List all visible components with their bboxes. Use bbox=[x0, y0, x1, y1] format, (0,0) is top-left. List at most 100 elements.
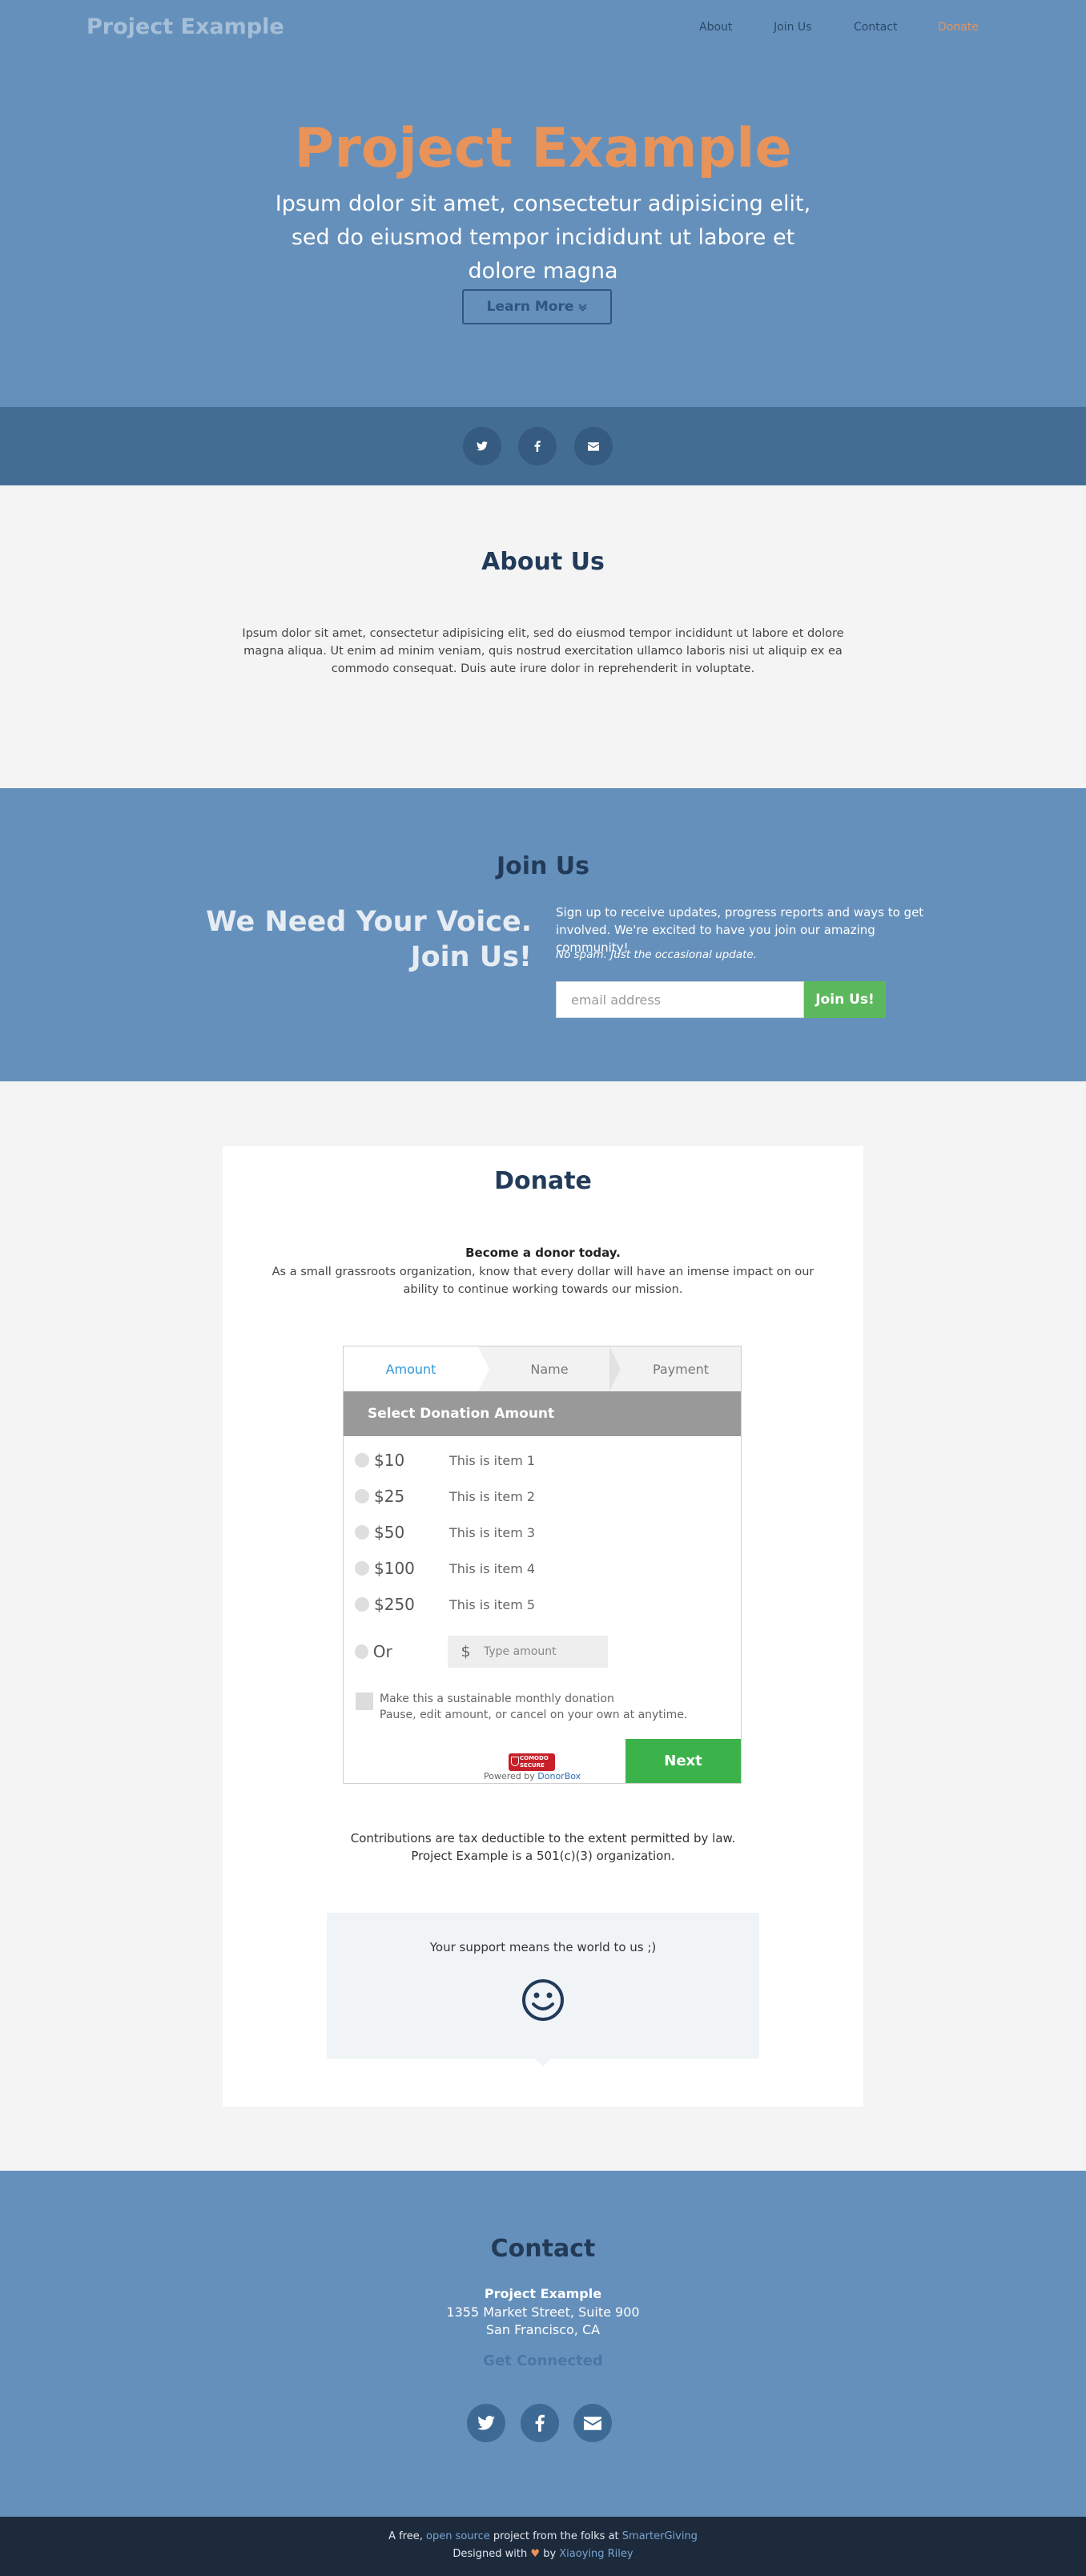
amount-value: $25 bbox=[374, 1487, 405, 1506]
custom-amount-input[interactable] bbox=[484, 1645, 604, 1658]
monthly-option[interactable]: Make this a sustainable monthly donation… bbox=[356, 1691, 687, 1723]
learn-more-button[interactable]: Learn More bbox=[462, 289, 612, 324]
contact-title: Contact bbox=[490, 2235, 596, 2263]
amount-option-custom[interactable]: Or bbox=[355, 1640, 443, 1664]
amount-value: $250 bbox=[374, 1595, 415, 1614]
monthly-checkbox[interactable] bbox=[356, 1693, 373, 1710]
nav-link-join-us[interactable]: Join Us bbox=[774, 21, 811, 34]
radio-button[interactable] bbox=[355, 1525, 369, 1540]
amount-label: This is item 2 bbox=[449, 1488, 536, 1504]
powered-prefix: Powered by bbox=[484, 1771, 535, 1781]
radio-button[interactable] bbox=[355, 1597, 369, 1612]
amount-option[interactable]: $25 This is item 2 bbox=[355, 1484, 731, 1508]
about-text: Ipsum dolor sit amet, consectetur adipis… bbox=[242, 627, 844, 675]
heart-icon: ♥ bbox=[530, 2548, 541, 2560]
radio-button[interactable] bbox=[355, 1453, 369, 1467]
contact-address-2: San Francisco, CA bbox=[485, 2322, 601, 2337]
amount-option[interactable]: $10 This is item 1 bbox=[355, 1448, 731, 1472]
join-note: No spam. Just the occasional update. bbox=[556, 948, 758, 961]
social-bar bbox=[0, 407, 1086, 485]
tax-line-1: Contributions are tax deductible to the … bbox=[350, 1831, 736, 1845]
hero-title: Project Example bbox=[294, 117, 792, 180]
envelope-icon[interactable] bbox=[574, 427, 613, 465]
donorbox-link[interactable]: DonorBox bbox=[537, 1771, 581, 1781]
get-connected-heading: Get Connected bbox=[483, 2353, 603, 2369]
custom-amount-field: $ bbox=[448, 1636, 608, 1668]
monthly-label: Make this a sustainable monthly donation bbox=[380, 1693, 614, 1705]
donation-widget: Amount Name Payment Select Donation Amou… bbox=[343, 1346, 742, 1784]
donate-lead: Become a donor today. bbox=[465, 1246, 621, 1260]
monthly-text: Make this a sustainable monthly donation… bbox=[380, 1691, 687, 1723]
shield-icon bbox=[511, 1757, 519, 1766]
amount-label: This is item 3 bbox=[449, 1524, 536, 1540]
amount-option[interactable]: $50 This is item 3 bbox=[355, 1520, 731, 1544]
amount-value: $10 bbox=[374, 1451, 405, 1470]
step-divider bbox=[478, 1346, 489, 1391]
amount-value: $50 bbox=[374, 1523, 405, 1542]
donation-steps: Amount Name Payment bbox=[344, 1346, 741, 1391]
hero-section: Project Example About Join Us Contact Do… bbox=[0, 0, 1086, 407]
powered-by: Powered by DonorBox bbox=[484, 1771, 581, 1781]
step-amount[interactable]: Amount bbox=[344, 1346, 478, 1391]
smartergiving-link[interactable]: SmarterGiving bbox=[622, 2530, 698, 2542]
speech-tail bbox=[535, 2059, 551, 2067]
amount-label: This is item 4 bbox=[449, 1560, 536, 1576]
footer-text: project from the folks at bbox=[493, 2530, 619, 2542]
next-button[interactable]: Next bbox=[625, 1739, 741, 1783]
radio-button[interactable] bbox=[355, 1644, 368, 1659]
nav-link-about[interactable]: About bbox=[699, 21, 732, 34]
contact-address-1: 1355 Market Street, Suite 900 bbox=[446, 2304, 640, 2320]
amount-option[interactable]: $100 This is item 4 bbox=[355, 1556, 731, 1580]
secure-badge-line-1: COMODO bbox=[520, 1755, 549, 1761]
donate-section: Donate Become a donor today. As a small … bbox=[0, 1081, 1086, 2171]
amount-value: $100 bbox=[374, 1559, 415, 1578]
step-payment[interactable]: Payment bbox=[621, 1346, 741, 1391]
comodo-secure-badge: COMODO SECURE bbox=[509, 1753, 555, 1771]
footer-text: A free, bbox=[388, 2530, 423, 2542]
facebook-icon[interactable] bbox=[518, 427, 557, 465]
amount-label: This is item 5 bbox=[449, 1596, 536, 1612]
designer-link[interactable]: Xiaoying Riley bbox=[559, 2548, 633, 2560]
amount-option[interactable]: $250 This is item 5 bbox=[355, 1592, 731, 1616]
email-input[interactable] bbox=[556, 981, 804, 1018]
chevron-down-icon bbox=[578, 303, 587, 312]
footer: A free, open source project from the fol… bbox=[0, 2517, 1086, 2576]
footer-text: Designed with bbox=[452, 2548, 528, 2560]
hero-subtitle: Ipsum dolor sit amet, consectetur adipis… bbox=[275, 191, 811, 284]
join-us-button[interactable]: Join Us! bbox=[804, 981, 886, 1018]
amount-label: This is item 1 bbox=[449, 1452, 536, 1468]
nav-link-donate[interactable]: Donate bbox=[938, 21, 979, 34]
smiley-icon bbox=[522, 1979, 564, 2021]
step-name[interactable]: Name bbox=[489, 1346, 609, 1391]
support-message-box: Your support means the world to us ;) bbox=[327, 1913, 759, 2067]
radio-button[interactable] bbox=[355, 1561, 369, 1576]
nav-link-contact[interactable]: Contact bbox=[854, 21, 897, 34]
join-headline: We Need Your Voice. Join Us! bbox=[192, 904, 532, 975]
select-amount-header: Select Donation Amount bbox=[344, 1391, 741, 1436]
support-text: Your support means the world to us ;) bbox=[429, 1940, 657, 1954]
facebook-icon[interactable] bbox=[521, 2404, 559, 2442]
tax-info: Contributions are tax deductible to the … bbox=[223, 1829, 863, 1865]
join-title: Join Us bbox=[496, 852, 590, 880]
envelope-icon[interactable] bbox=[573, 2404, 612, 2442]
donate-title: Donate bbox=[494, 1167, 592, 1195]
secure-badge-line-2: SECURE bbox=[520, 1762, 545, 1769]
radio-button[interactable] bbox=[355, 1489, 369, 1503]
join-headline-line-1: We Need Your Voice. bbox=[206, 906, 532, 938]
about-section: About Us Ipsum dolor sit amet, consectet… bbox=[0, 485, 1086, 788]
learn-more-label: Learn More bbox=[486, 299, 574, 315]
open-source-link[interactable]: open source bbox=[426, 2530, 490, 2542]
currency-symbol: $ bbox=[461, 1643, 471, 1660]
donate-text: As a small grassroots organization, know… bbox=[272, 1266, 814, 1296]
footer-line-2: Designed with ♥ by Xiaoying Riley bbox=[0, 2548, 1086, 2560]
join-headline-line-2: Join Us! bbox=[410, 941, 532, 973]
join-section: Join Us We Need Your Voice. Join Us! Sig… bbox=[0, 788, 1086, 1081]
brand-logo[interactable]: Project Example bbox=[86, 14, 284, 39]
step-divider bbox=[609, 1346, 621, 1391]
donate-card: Donate Become a donor today. As a small … bbox=[223, 1146, 863, 2107]
twitter-icon[interactable] bbox=[463, 427, 501, 465]
footer-text: by bbox=[543, 2548, 557, 2560]
monthly-sublabel: Pause, edit amount, or cancel on your ow… bbox=[380, 1709, 688, 1721]
about-title: About Us bbox=[481, 548, 605, 576]
twitter-icon[interactable] bbox=[467, 2404, 505, 2442]
